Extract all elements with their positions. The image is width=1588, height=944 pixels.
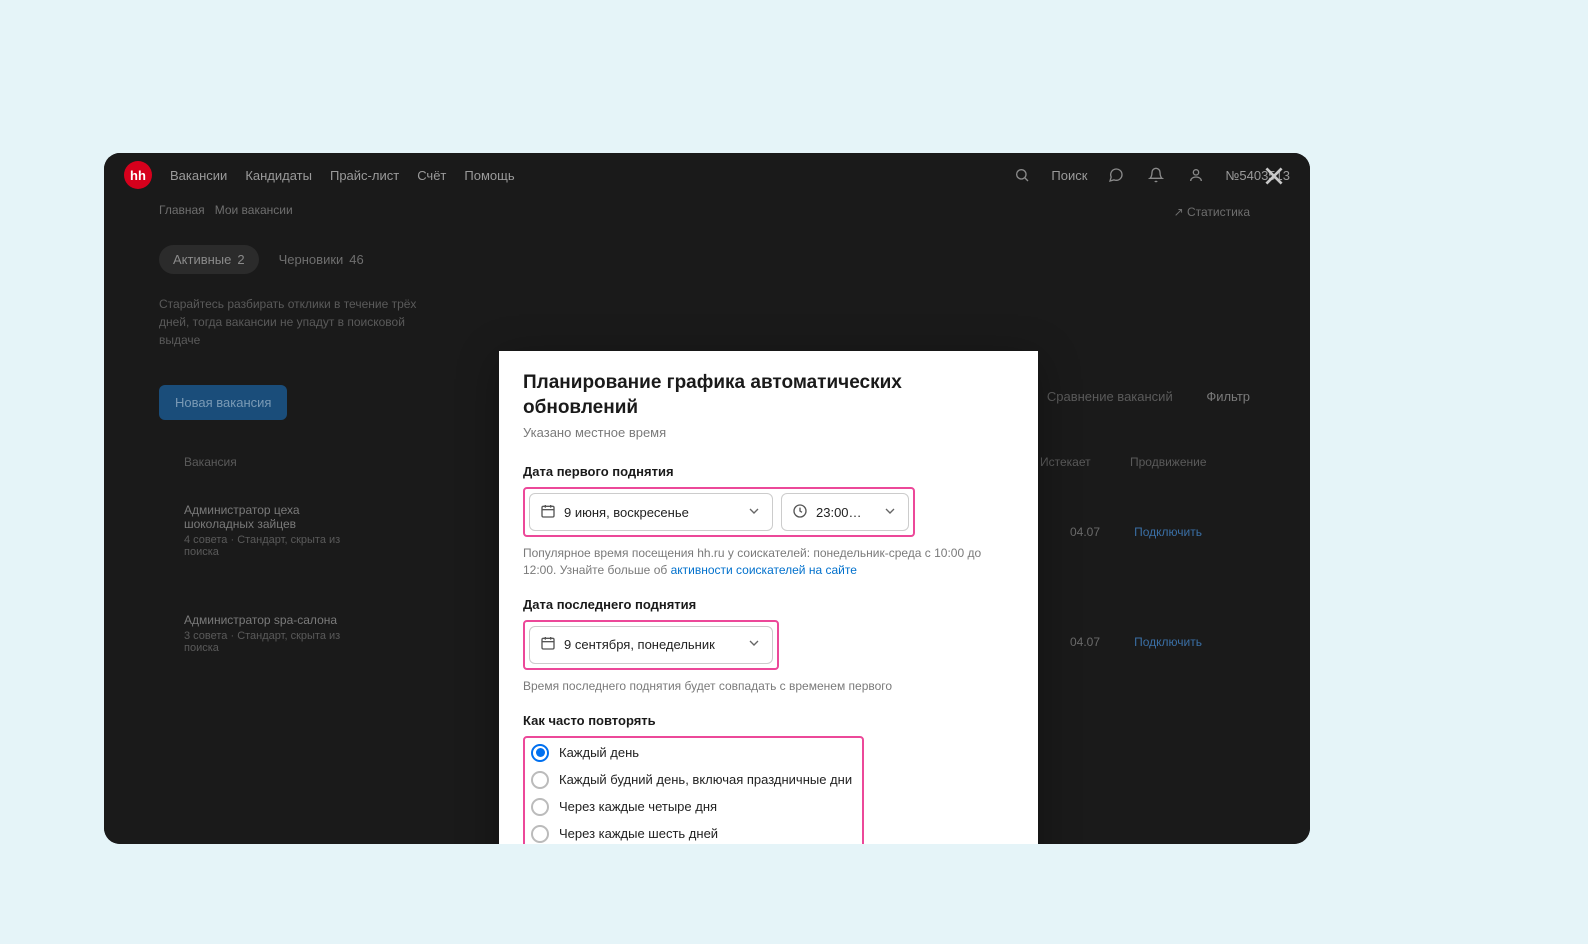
radio-icon bbox=[531, 771, 549, 789]
first-date-value: 9 июня, воскресенье bbox=[564, 505, 738, 520]
chat-icon[interactable] bbox=[1105, 164, 1127, 186]
chevron-down-icon bbox=[746, 503, 762, 522]
radio-label: Через каждые шесть дней bbox=[559, 826, 718, 841]
breadcrumb-current: Мои вакансии bbox=[215, 203, 293, 217]
breadcrumb-home[interactable]: Главная bbox=[159, 203, 205, 217]
schedule-modal: Планирование графика автоматических обно… bbox=[499, 351, 1038, 844]
app-header: hh Вакансии Кандидаты Прайс-лист Счёт По… bbox=[104, 153, 1310, 197]
first-date-picker[interactable]: 9 июня, воскресенье bbox=[529, 493, 773, 531]
highlight-first-date: 9 июня, воскресенье 23:00—24:... bbox=[523, 487, 915, 537]
modal-title: Планирование графика автоматических обно… bbox=[523, 371, 1014, 420]
row-meta: 4 совета · Стандарт, скрыта из поиска bbox=[184, 534, 364, 558]
last-date-picker[interactable]: 9 сентября, понедельник bbox=[529, 626, 773, 664]
calendar-icon bbox=[540, 503, 556, 522]
radio-every-weekday[interactable]: Каждый будний день, включая праздничные … bbox=[531, 771, 852, 789]
tab-drafts-count: 46 bbox=[349, 252, 363, 267]
tab-active-count: 2 bbox=[237, 252, 244, 267]
nav-pricelist[interactable]: Прайс-лист bbox=[330, 168, 399, 183]
vacancy-tabs: Активные 2 Черновики 46 bbox=[159, 245, 374, 274]
nav-candidates[interactable]: Кандидаты bbox=[245, 168, 312, 183]
last-date-value: 9 сентября, понедельник bbox=[564, 637, 738, 652]
new-vacancy-button[interactable]: Новая вакансия bbox=[159, 385, 287, 420]
modal-subtitle: Указано местное время bbox=[523, 425, 1014, 440]
nav-vacancies[interactable]: Вакансии bbox=[170, 168, 227, 183]
last-date-block: Дата последнего поднятия 9 сентября, пон… bbox=[523, 597, 1014, 695]
app-frame: hh Вакансии Кандидаты Прайс-лист Счёт По… bbox=[104, 153, 1310, 844]
repeat-block: Как часто повторять Каждый день Каждый б… bbox=[523, 713, 1014, 844]
bell-icon[interactable] bbox=[1145, 164, 1167, 186]
breadcrumb: Главная Мои вакансии bbox=[159, 203, 293, 217]
row-date: 04.07 bbox=[1070, 525, 1100, 539]
radio-every-four-days[interactable]: Через каждые четыре дня bbox=[531, 798, 852, 816]
tab-active-label: Активные bbox=[173, 252, 231, 267]
tab-active[interactable]: Активные 2 bbox=[159, 245, 259, 274]
chevron-down-icon bbox=[882, 503, 898, 522]
stats-link-label: Статистика bbox=[1187, 205, 1250, 219]
repeat-radio-group: Каждый день Каждый будний день, включая … bbox=[531, 744, 852, 844]
last-date-hint: Время последнего поднятия будет совпадат… bbox=[523, 678, 1014, 695]
row-title: Администратор цеха шоколадных зайцев bbox=[184, 503, 364, 531]
compare-label[interactable]: Сравнение вакансий bbox=[1047, 389, 1173, 404]
nav-account[interactable]: Счёт bbox=[417, 168, 446, 183]
user-icon[interactable] bbox=[1185, 164, 1207, 186]
clock-icon bbox=[792, 503, 808, 522]
radio-every-day[interactable]: Каждый день bbox=[531, 744, 852, 762]
radio-label: Каждый день bbox=[559, 745, 639, 760]
last-date-label: Дата последнего поднятия bbox=[523, 597, 1014, 612]
first-date-hint: Популярное время посещения hh.ru у соиск… bbox=[523, 545, 1014, 579]
radio-label: Каждый будний день, включая праздничные … bbox=[559, 772, 852, 787]
radio-icon bbox=[531, 744, 549, 762]
first-time-value: 23:00—24:... bbox=[816, 505, 874, 520]
radio-icon bbox=[531, 825, 549, 843]
row-date: 04.07 bbox=[1070, 635, 1100, 649]
calendar-icon bbox=[540, 635, 556, 654]
th-expires[interactable]: Истекает bbox=[1040, 455, 1130, 469]
th-promotion[interactable]: Продвижение bbox=[1130, 455, 1250, 469]
activity-link[interactable]: активности соискателей на сайте bbox=[671, 563, 857, 577]
search-label[interactable]: Поиск bbox=[1051, 168, 1087, 183]
radio-label: Через каждые четыре дня bbox=[559, 799, 717, 814]
tab-drafts[interactable]: Черновики 46 bbox=[269, 245, 374, 274]
hh-logo: hh bbox=[124, 161, 152, 189]
highlight-repeat: Каждый день Каждый будний день, включая … bbox=[523, 736, 864, 844]
modal-body: Планирование графика автоматических обно… bbox=[499, 351, 1038, 844]
filter-button[interactable]: Фильтр bbox=[1206, 389, 1250, 404]
row-connect[interactable]: Подключить bbox=[1134, 525, 1202, 539]
repeat-label: Как часто повторять bbox=[523, 713, 1014, 728]
radio-every-six-days[interactable]: Через каждые шесть дней bbox=[531, 825, 852, 843]
first-date-label: Дата первого поднятия bbox=[523, 464, 1014, 479]
first-date-block: Дата первого поднятия 9 июня, воскресень… bbox=[523, 464, 1014, 579]
filter-row: Сравнение вакансий Фильтр bbox=[1047, 389, 1250, 404]
first-time-picker[interactable]: 23:00—24:... bbox=[781, 493, 909, 531]
row-connect[interactable]: Подключить bbox=[1134, 635, 1202, 649]
chevron-down-icon bbox=[746, 635, 762, 654]
close-icon[interactable] bbox=[1258, 160, 1290, 192]
row-meta: 3 совета · Стандарт, скрыта из поиска bbox=[184, 630, 364, 654]
radio-icon bbox=[531, 798, 549, 816]
info-banner: Старайтесь разбирать отклики в течение т… bbox=[159, 295, 439, 349]
tab-drafts-label: Черновики bbox=[279, 252, 344, 267]
nav-help[interactable]: Помощь bbox=[464, 168, 514, 183]
row-title: Администратор spa-салона bbox=[184, 613, 364, 627]
highlight-last-date: 9 сентября, понедельник bbox=[523, 620, 779, 670]
search-icon[interactable] bbox=[1011, 164, 1033, 186]
stats-link[interactable]: ↗ Статистика bbox=[1174, 205, 1250, 219]
